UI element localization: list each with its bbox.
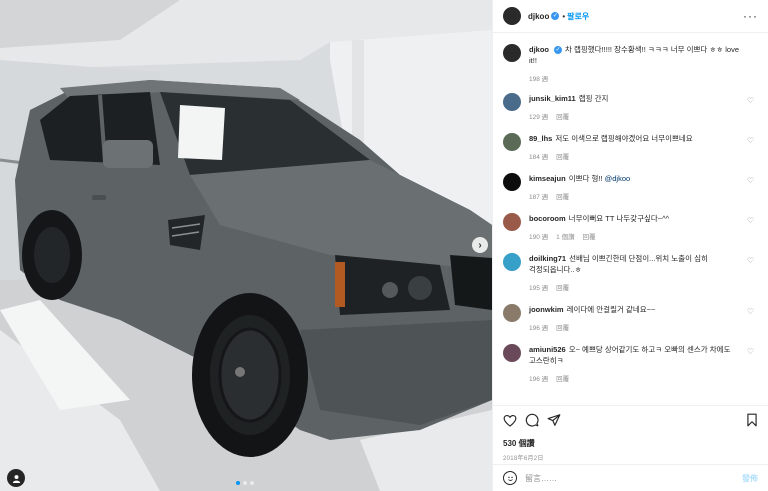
- comment-item: 89_lhs 저도 이색으로 랩핑해야겠어요 너무이쁘네요 184 週回覆 ♡: [503, 133, 758, 161]
- comment-time[interactable]: 190 週: [529, 231, 548, 241]
- comment-time[interactable]: 196 週: [529, 322, 548, 332]
- post-side-panel: djkoo ✓ • 팔로우 ··· djkoo ✓ 차 랩핑했다!!!!! 장수황색…: [492, 0, 768, 491]
- comment-item: bocoroom 너무이뻐요 TT 나두갖구싶다~^^ 190 週 1 個讚 回覆 ♡: [503, 213, 758, 241]
- caption-text: djkoo ✓ 차 랩핑했다!!!!! 장수황색!! ㅋㅋㅋ 너무 이쁘다 ㅎㅎ l…: [529, 44, 742, 66]
- post-actions: 530 個讚 2018年6月2日: [493, 405, 768, 462]
- heart-icon[interactable]: ♡: [747, 136, 754, 145]
- comment-text: 너무이뻐요 TT 나두갖구싶다~^^: [568, 214, 670, 223]
- commenter-avatar[interactable]: [503, 93, 521, 111]
- heart-icon[interactable]: ♡: [747, 176, 754, 185]
- carousel-dot: [250, 481, 254, 485]
- reply-button[interactable]: 回覆: [556, 111, 569, 121]
- caption-meta: 198 週: [529, 73, 742, 83]
- author-avatar[interactable]: [503, 44, 521, 62]
- reply-button[interactable]: 回覆: [583, 231, 596, 241]
- heart-icon[interactable]: ♡: [747, 96, 754, 105]
- comment-text: 저도 이색으로 랩핑해야겠어요 너무이쁘네요: [555, 134, 693, 143]
- commenter-username[interactable]: amiuni526: [529, 345, 566, 354]
- caption: djkoo ✓ 차 랩핑했다!!!!! 장수황색!! ㅋㅋㅋ 너무 이쁘다 ㅎㅎ l…: [503, 44, 758, 83]
- carousel-dot: [243, 481, 247, 485]
- post-header: djkoo ✓ • 팔로우 ···: [493, 0, 768, 33]
- commenter-username[interactable]: joonwkim: [529, 305, 564, 314]
- author-avatar[interactable]: [503, 7, 521, 25]
- verified-icon: ✓: [554, 46, 562, 55]
- share-icon[interactable]: [547, 413, 561, 427]
- carousel-dot-active: [236, 481, 240, 485]
- add-comment-bar: 發佈: [493, 464, 768, 491]
- heart-icon[interactable]: ♡: [747, 216, 754, 225]
- commenter-avatar[interactable]: [503, 253, 521, 271]
- comment-time[interactable]: 187 週: [529, 191, 548, 201]
- mention-link[interactable]: @djkoo: [605, 174, 631, 183]
- reply-button[interactable]: 回覆: [556, 151, 569, 161]
- emoji-icon[interactable]: [503, 471, 517, 485]
- comment-time[interactable]: 184 週: [529, 151, 548, 161]
- commenter-avatar[interactable]: [503, 133, 521, 151]
- comment-text: 이쁘다 형!!: [568, 174, 605, 183]
- comment-time[interactable]: 195 週: [529, 282, 548, 292]
- post-photo[interactable]: ›: [0, 0, 492, 491]
- author-username[interactable]: djkoo: [528, 12, 549, 21]
- comment-item: junsik_kim11 랩핑 간지 129 週回覆 ♡: [503, 93, 758, 121]
- commenter-username[interactable]: junsik_kim11: [529, 94, 576, 103]
- commenter-username[interactable]: kimseajun: [529, 174, 566, 183]
- comment-item: joonwkim 레이다에 안걸릴거 같네요~~ 196 週回覆 ♡: [503, 304, 758, 332]
- commenter-avatar[interactable]: [503, 344, 521, 362]
- follow-button[interactable]: 팔로우: [567, 11, 589, 22]
- heart-icon[interactable]: [503, 414, 517, 427]
- reply-button[interactable]: 回覆: [556, 191, 569, 201]
- commenter-username[interactable]: bocoroom: [529, 214, 566, 223]
- commenter-username[interactable]: 89_lhs: [529, 134, 552, 143]
- comment-time[interactable]: 196 週: [529, 373, 548, 383]
- bookmark-icon[interactable]: [746, 413, 758, 427]
- carousel-next-button[interactable]: ›: [472, 237, 488, 253]
- comment-icon[interactable]: [525, 413, 539, 427]
- commenter-avatar[interactable]: [503, 213, 521, 231]
- comment-item: kimseajun 이쁘다 형!! @djkoo 187 週回覆 ♡: [503, 173, 758, 201]
- action-bar: [503, 412, 758, 428]
- post-date: 2018年6月2日: [503, 456, 544, 462]
- reply-button[interactable]: 回覆: [556, 373, 569, 383]
- comment-likes[interactable]: 1 個讚: [556, 231, 574, 241]
- heart-icon[interactable]: ♡: [747, 256, 754, 265]
- verified-icon: ✓: [551, 12, 560, 20]
- heart-icon[interactable]: ♡: [747, 307, 754, 316]
- heart-icon[interactable]: ♡: [747, 347, 754, 356]
- car-photo-image: [0, 0, 492, 491]
- commenter-avatar[interactable]: [503, 173, 521, 191]
- carousel-indicator: [236, 481, 254, 485]
- caption-time[interactable]: 198 週: [529, 73, 548, 83]
- reply-button[interactable]: 回覆: [556, 282, 569, 292]
- reply-button[interactable]: 回覆: [556, 322, 569, 332]
- comment-time[interactable]: 129 週: [529, 111, 548, 121]
- post-comment-button[interactable]: 發佈: [742, 473, 758, 484]
- comment-input[interactable]: [525, 473, 742, 483]
- comment-item: doilking71 선배님 이쁘긴한데 단점이...위치 노출이 심히 걱정되옵…: [503, 253, 758, 292]
- comment-item: amiuni526 오~ 예쁘당 상어같기도 하고ㅋ 오빠의 센스가 차에도 고스…: [503, 344, 758, 383]
- like-count[interactable]: 530 個讚: [503, 438, 758, 449]
- more-icon[interactable]: ···: [743, 9, 758, 23]
- commenter-username[interactable]: doilking71: [529, 254, 566, 263]
- tag-user-icon[interactable]: [7, 469, 25, 487]
- caption-username[interactable]: djkoo: [529, 45, 549, 54]
- comment-text: 랩핑 간지: [578, 94, 609, 103]
- separator-dot: •: [562, 11, 566, 21]
- comment-text: 레이다에 안걸릴거 같네요~~: [566, 305, 656, 314]
- comments-list[interactable]: djkoo ✓ 차 랩핑했다!!!!! 장수황색!! ㅋㅋㅋ 너무 이쁘다 ㅎㅎ l…: [493, 34, 768, 404]
- chevron-right-icon: ›: [478, 239, 482, 251]
- commenter-avatar[interactable]: [503, 304, 521, 322]
